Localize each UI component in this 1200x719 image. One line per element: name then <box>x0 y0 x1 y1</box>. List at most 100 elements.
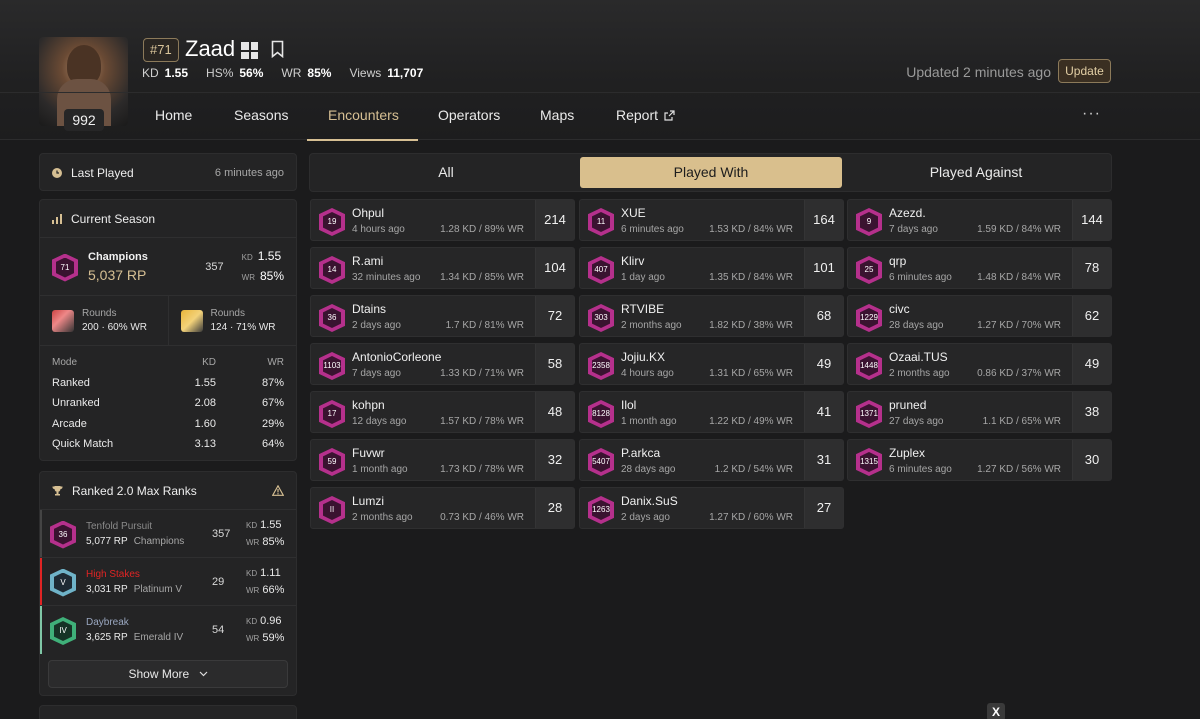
tab-played-against[interactable]: Played Against <box>843 157 1109 188</box>
season-kd-wr: KD 1.55 WR 85% <box>241 248 284 283</box>
encounter-count: 144 <box>1072 200 1111 240</box>
encounter-last-seen: 32 minutes ago <box>352 272 421 283</box>
season-match-count: 357 <box>205 260 224 273</box>
encounter-kd-wr: 1.59 KD / 84% WR <box>977 224 1061 235</box>
encounter-player-name[interactable]: R.ami <box>352 254 383 268</box>
encounter-card[interactable]: 36 Dtains 2 days ago 1.7 KD / 81% WR 72 <box>310 295 575 337</box>
encounter-kd-wr: 1.48 KD / 84% WR <box>977 272 1061 283</box>
encounter-player-name[interactable]: kohpn <box>352 398 385 412</box>
encounter-player-name[interactable]: civc <box>889 302 910 316</box>
encounter-count: 164 <box>804 200 843 240</box>
encounter-card[interactable]: 11 XUE 6 minutes ago 1.53 KD / 84% WR 164 <box>579 199 844 241</box>
update-button[interactable]: Update <box>1058 59 1111 83</box>
next-section-card <box>39 705 297 719</box>
encounter-player-name[interactable]: RTVIBE <box>621 302 664 316</box>
warning-icon[interactable] <box>272 485 284 496</box>
encounter-player-name[interactable]: Zuplex <box>889 446 925 460</box>
encounter-card[interactable]: 8128 Ilol 1 month ago 1.22 KD / 49% WR 41 <box>579 391 844 433</box>
encounter-last-seen: 6 minutes ago <box>889 272 952 283</box>
encounter-card[interactable]: 2358 Jojiu.KX 4 hours ago 1.31 KD / 65% WR 4… <box>579 343 844 385</box>
stat-kd: KD 1.55 <box>142 66 189 80</box>
encounter-count: 49 <box>1072 344 1111 384</box>
encounter-tabs: All Played With Played Against <box>309 153 1112 192</box>
encounter-card[interactable]: 59 Fuvwr 1 month ago 1.73 KD / 78% WR 32 <box>310 439 575 481</box>
encounter-kd-wr: 1.35 KD / 84% WR <box>709 272 793 283</box>
bookmark-icon[interactable] <box>271 40 284 58</box>
stat-hs: HS% 56% <box>206 66 264 80</box>
max-rank-info: Daybreak 3,625 RP Emerald IV <box>86 617 184 643</box>
encounter-last-seen: 6 minutes ago <box>889 464 952 475</box>
clock-icon <box>52 168 62 178</box>
encounter-player-name[interactable]: qrp <box>889 254 906 268</box>
close-icon[interactable]: X <box>987 703 1005 719</box>
season-rank-info: Champions 5,037 RP <box>88 251 148 283</box>
more-options-icon[interactable]: ··· <box>1082 105 1101 123</box>
encounter-count: 62 <box>1072 296 1111 336</box>
encounter-card[interactable]: 303 RTVIBE 2 months ago 1.82 KD / 38% WR 68 <box>579 295 844 337</box>
encounter-player-name[interactable]: Lumzi <box>352 494 384 508</box>
encounter-player-name[interactable]: Fuvwr <box>352 446 385 460</box>
encounter-player-name[interactable]: Ohpul <box>352 206 384 220</box>
rank-badge-icon: V <box>50 566 76 598</box>
encounter-card[interactable]: 1448 Ozaai.TUS 2 months ago 0.86 KD / 37% W… <box>847 343 1112 385</box>
tab-all[interactable]: All <box>313 157 579 188</box>
current-season-header: Current Season <box>40 200 296 238</box>
encounter-card[interactable]: 25 qrp 6 minutes ago 1.48 KD / 84% WR 78 <box>847 247 1112 289</box>
show-more-button[interactable]: Show More <box>48 660 288 688</box>
encounter-card[interactable]: 1229 civc 28 days ago 1.27 KD / 70% WR 62 <box>847 295 1112 337</box>
last-played-card: Last Played 6 minutes ago <box>39 153 297 191</box>
encounter-player-name[interactable]: Ozaai.TUS <box>889 350 948 364</box>
rank-badge-icon: 9 <box>856 205 882 237</box>
encounter-card[interactable]: 14 R.ami 32 minutes ago 1.34 KD / 85% WR 104 <box>310 247 575 289</box>
tab-report[interactable]: Report <box>616 107 675 123</box>
encounter-player-name[interactable]: Ilol <box>621 398 636 412</box>
encounter-count: 78 <box>1072 248 1111 288</box>
encounter-card[interactable]: 407 Klirv 1 day ago 1.35 KD / 84% WR 101 <box>579 247 844 289</box>
encounter-kd-wr: 1.34 KD / 85% WR <box>440 272 524 283</box>
rank-badge-icon: 2358 <box>588 349 614 381</box>
encounter-count: 58 <box>535 344 574 384</box>
encounter-player-name[interactable]: Dtains <box>352 302 386 316</box>
season-accent-bar <box>40 606 42 654</box>
encounter-kd-wr: 1.57 KD / 78% WR <box>440 416 524 427</box>
encounter-last-seen: 2 months ago <box>352 512 413 523</box>
max-rank-row: 36 Tenfold Pursuit 5,077 RP Champions 357… <box>40 510 296 558</box>
encounter-count: 41 <box>804 392 843 432</box>
tab-encounters[interactable]: Encounters <box>328 107 399 123</box>
encounter-card[interactable]: 1263 Danix.SuS 2 days ago 1.27 KD / 60% WR 2… <box>579 487 844 529</box>
tab-played-with[interactable]: Played With <box>580 157 842 188</box>
encounter-card[interactable]: 1371 pruned 27 days ago 1.1 KD / 65% WR 38 <box>847 391 1112 433</box>
encounter-kd-wr: 1.22 KD / 49% WR <box>709 416 793 427</box>
encounter-card[interactable]: 1103 AntonioCorleone 7 days ago 1.33 KD / 7… <box>310 343 575 385</box>
season-accent-bar <box>40 558 42 605</box>
encounter-card[interactable]: II Lumzi 2 months ago 0.73 KD / 46% WR 28 <box>310 487 575 529</box>
rank-badge-icon: 71 <box>52 251 78 283</box>
windows-icon <box>241 42 258 59</box>
rank-badge-icon: IV <box>50 614 76 646</box>
mode-table-header: Mode KD WR <box>52 356 284 368</box>
rank-badge-icon: 1315 <box>856 445 882 477</box>
table-row: Unranked 2.08 67% <box>52 397 284 410</box>
encounter-player-name[interactable]: AntonioCorleone <box>352 350 441 364</box>
tab-seasons[interactable]: Seasons <box>234 107 288 123</box>
encounter-player-name[interactable]: Jojiu.KX <box>621 350 665 364</box>
encounter-last-seen: 2 months ago <box>889 368 950 379</box>
encounter-card[interactable]: 9 Azezd. 7 days ago 1.59 KD / 84% WR 144 <box>847 199 1112 241</box>
encounter-player-name[interactable]: XUE <box>621 206 646 220</box>
rank-badge-icon: 11 <box>588 205 614 237</box>
tab-operators[interactable]: Operators <box>438 107 500 123</box>
encounter-player-name[interactable]: pruned <box>889 398 926 412</box>
encounter-player-name[interactable]: Danix.SuS <box>621 494 678 508</box>
encounter-last-seen: 12 days ago <box>352 416 407 427</box>
encounter-card[interactable]: 17 kohpn 12 days ago 1.57 KD / 78% WR 48 <box>310 391 575 433</box>
rank-badge-icon: 1263 <box>588 493 614 525</box>
encounter-card[interactable]: 1315 Zuplex 6 minutes ago 1.27 KD / 56% WR 3… <box>847 439 1112 481</box>
encounter-player-name[interactable]: Azezd. <box>889 206 926 220</box>
tab-home[interactable]: Home <box>155 107 192 123</box>
encounter-player-name[interactable]: P.arkca <box>621 446 660 460</box>
tab-maps[interactable]: Maps <box>540 107 574 123</box>
encounter-player-name[interactable]: Klirv <box>621 254 644 268</box>
rank-badge-icon: 19 <box>319 205 345 237</box>
encounter-card[interactable]: 5407 P.arkca 28 days ago 1.2 KD / 54% WR 31 <box>579 439 844 481</box>
encounter-card[interactable]: 19 Ohpul 4 hours ago 1.28 KD / 89% WR 214 <box>310 199 575 241</box>
